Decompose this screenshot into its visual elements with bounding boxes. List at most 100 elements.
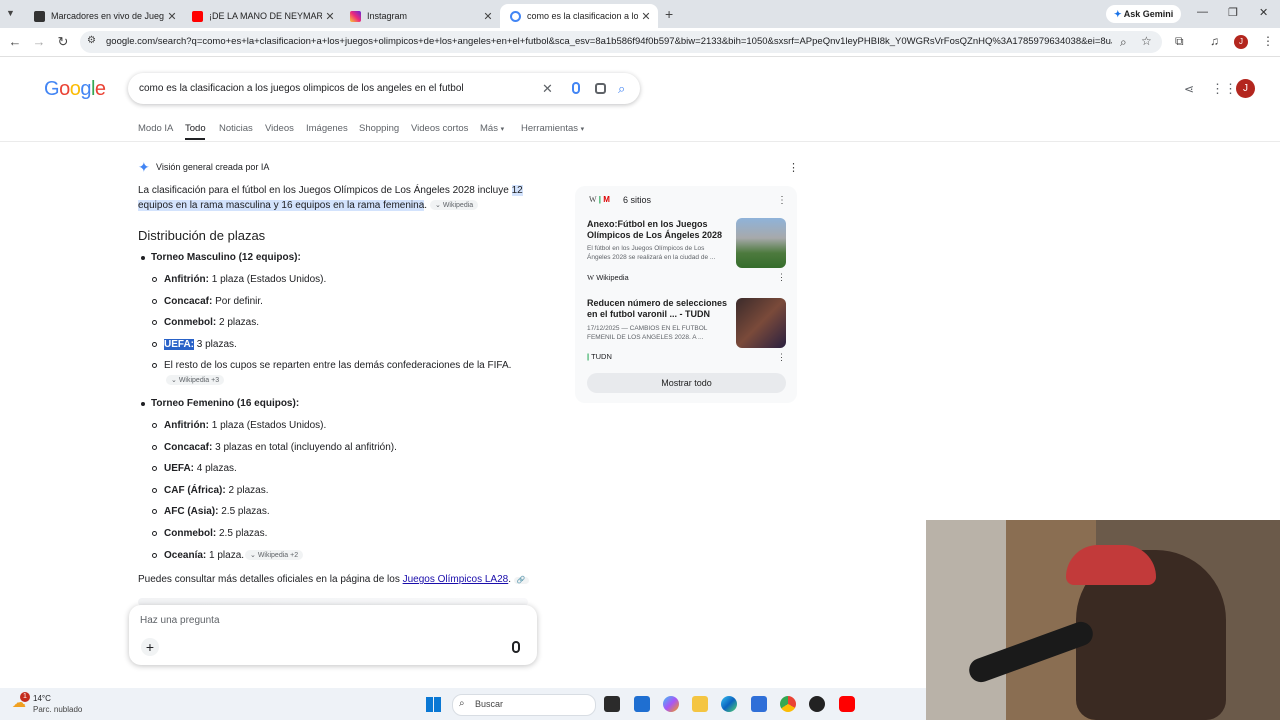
search-icon[interactable]: ⌕ — [618, 81, 625, 97]
tab-youtube[interactable]: ¡DE LA MANO DE NEYMAR, SA ✕ — [182, 4, 342, 28]
instagram-favicon-icon — [350, 10, 361, 22]
show-all-button[interactable]: Mostrar todo — [587, 373, 786, 393]
marca-favicon-icon: M — [603, 195, 610, 204]
ask-gemini-button[interactable]: ✦ Ask Gemini — [1106, 5, 1182, 23]
marcadores-favicon-icon — [34, 10, 45, 22]
source-favicons: W | M — [589, 195, 610, 204]
tab-google-search[interactable]: como es la clasificacion a los ju ✕ — [500, 4, 658, 28]
list-bullet — [141, 402, 145, 406]
card-options-icon[interactable]: ⋮ — [777, 272, 786, 283]
tab-instagram[interactable]: Instagram ✕ — [340, 4, 500, 28]
store-icon[interactable] — [634, 696, 650, 712]
search-icon: ⌕ — [459, 698, 465, 709]
chrome-icon[interactable] — [780, 696, 796, 712]
google-account-avatar[interactable]: J — [1236, 79, 1255, 98]
windows-start-icon[interactable] — [426, 697, 441, 712]
tab-videos-cortos[interactable]: Videos cortos — [411, 123, 468, 134]
la28-link[interactable]: Juegos Olímpicos LA28 — [403, 574, 509, 585]
sources-count[interactable]: 6 sitios — [623, 195, 651, 205]
list-item: El resto de los cupos se reparten entre … — [164, 360, 512, 371]
list-bullet — [152, 445, 157, 450]
list-item: Conmebol: 2 plazas. — [164, 317, 260, 328]
google-logo[interactable]: Google — [44, 78, 106, 101]
list-item: Concacaf: 3 plazas en total (incluyendo … — [164, 442, 397, 453]
tab-modo-ia[interactable]: Modo IA — [138, 123, 173, 134]
voice-search-icon[interactable] — [572, 82, 580, 94]
clear-search-icon[interactable]: ✕ — [542, 81, 553, 97]
tab-herramientas[interactable]: Herramientas ▾ — [521, 123, 584, 134]
source-card-snippet: 17/12/2025 — CAMBIOS EN EL FUTBOL FEMENI… — [587, 325, 708, 341]
tab-todo[interactable]: Todo — [185, 123, 206, 134]
minimize-window-button[interactable]: — — [1197, 6, 1208, 18]
media-controls-icon[interactable]: ♫ — [1210, 34, 1219, 48]
players-thumbnail[interactable] — [736, 298, 786, 348]
list-bullet — [152, 466, 157, 471]
list-item: UEFA: 4 plazas. — [164, 463, 237, 474]
restore-window-button[interactable]: ❐ — [1228, 6, 1238, 19]
tab-shopping[interactable]: Shopping — [359, 123, 399, 134]
source-card-title[interactable]: Reducen número de selecciones en el futb… — [587, 298, 733, 320]
source-chip-wikipedia[interactable]: ⌄ Wikipedia +2 — [245, 550, 304, 560]
browser-menu-icon[interactable]: ⋮ — [1262, 34, 1274, 48]
apps-grid-icon[interactable]: ⋮⋮ — [1211, 81, 1237, 97]
tab-marcadores[interactable]: Marcadores en vivo de Juegos ✕ — [24, 4, 184, 28]
close-tab-icon[interactable]: ✕ — [164, 10, 180, 23]
back-arrow-icon[interactable]: ← — [7, 34, 23, 49]
active-tab-indicator — [185, 138, 205, 140]
browser-profile-avatar[interactable]: J — [1234, 35, 1248, 49]
tab-mas[interactable]: Más ▾ — [480, 123, 504, 134]
source-card-snippet: El fútbol en los Juegos Olímpicos de Los… — [587, 245, 716, 261]
link-icon[interactable]: 🔗 — [513, 577, 529, 584]
reload-icon[interactable]: ↻ — [55, 34, 71, 50]
lens-search-icon[interactable] — [595, 83, 606, 94]
site-info-icon[interactable]: ⚙ — [87, 35, 96, 46]
webcam-cap — [1066, 545, 1156, 585]
tudn-favicon-icon: | — [587, 352, 590, 361]
ai-more-options-icon[interactable]: ⋮ — [788, 161, 799, 174]
weather-desc: Parc. nublado — [33, 705, 83, 714]
close-tab-icon[interactable]: ✕ — [480, 10, 496, 23]
ask-followup-box[interactable] — [129, 605, 537, 665]
tab-search-dropdown[interactable]: ▼ — [6, 8, 15, 18]
tudn-favicon-icon: | — [598, 195, 602, 204]
taskbar-search-label: Buscar — [475, 699, 504, 709]
new-tab-button[interactable]: + — [665, 6, 673, 22]
list-item: CAF (África): 2 plazas. — [164, 485, 269, 496]
extensions-icon[interactable]: ⧉ — [1175, 34, 1184, 49]
ask-voice-icon[interactable] — [512, 641, 520, 653]
file-explorer-icon[interactable] — [692, 696, 708, 712]
app-icon[interactable] — [751, 696, 767, 712]
ask-input[interactable]: Haz una pregunta — [140, 615, 220, 626]
app-icon-dark[interactable] — [809, 696, 825, 712]
tab-imagenes[interactable]: Imágenes — [306, 123, 348, 134]
stadium-thumbnail[interactable] — [736, 218, 786, 268]
close-window-button[interactable]: ✕ — [1259, 6, 1268, 19]
ai-intro-line1: La clasificación para el fútbol en los J… — [138, 185, 523, 196]
share-icon[interactable]: ⋖ — [1184, 82, 1194, 96]
copilot-icon[interactable] — [663, 696, 679, 712]
url-text[interactable]: google.com/search?q=como+es+la+clasifica… — [106, 36, 1112, 47]
sources-options-icon[interactable]: ⋮ — [777, 195, 787, 206]
search-input[interactable]: como es la clasificacion a los juegos ol… — [139, 83, 464, 94]
card-options-icon[interactable]: ⋮ — [777, 352, 786, 363]
list-bullet — [152, 320, 157, 325]
forward-arrow-icon[interactable]: → — [31, 34, 47, 49]
bookmark-star-icon[interactable]: ☆ — [1141, 34, 1152, 48]
edge-icon[interactable] — [721, 696, 737, 712]
task-view-icon[interactable] — [604, 696, 620, 712]
tab-noticias[interactable]: Noticias — [219, 123, 253, 134]
list-item: AFC (Asia): 2.5 plazas. — [164, 506, 270, 517]
list-bullet — [152, 531, 157, 536]
tab-videos[interactable]: Videos — [265, 123, 294, 134]
zoom-icon[interactable]: ⌕ — [1120, 35, 1127, 50]
list-item: UEFA: 3 plazas. — [164, 339, 237, 350]
source-chip-wikipedia[interactable]: ⌄ Wikipedia +3 — [166, 375, 225, 385]
add-attachment-icon[interactable]: + — [141, 638, 159, 656]
source-card-title[interactable]: Anexo:Fútbol en los Juegos Olímpicos de … — [587, 219, 729, 241]
close-tab-icon[interactable]: ✕ — [322, 10, 338, 23]
source-chip-wikipedia[interactable]: ⌄ Wikipedia — [430, 200, 479, 210]
youtube-icon[interactable] — [839, 696, 855, 712]
taskbar-search[interactable]: ⌕ Buscar — [452, 694, 596, 716]
wikipedia-favicon-icon: W — [589, 195, 597, 204]
close-tab-icon[interactable]: ✕ — [638, 10, 654, 23]
